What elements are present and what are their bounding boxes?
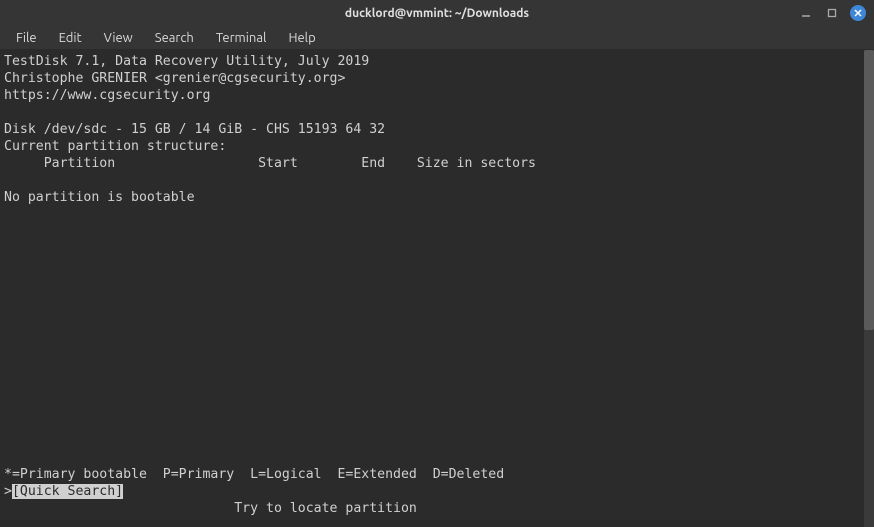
window-title: ducklord@vmmint: ~/Downloads: [345, 7, 529, 20]
window-titlebar: ducklord@vmmint: ~/Downloads: [0, 0, 874, 26]
close-button[interactable]: [850, 5, 866, 21]
app-version-line: TestDisk 7.1, Data Recovery Utility, Jul…: [4, 53, 870, 70]
blank-line: [4, 172, 870, 189]
menubar: File Edit View Search Terminal Help: [0, 26, 874, 50]
partition-type-legend: *=Primary bootable P=Primary L=Logical E…: [4, 466, 860, 483]
minimize-button[interactable]: [798, 5, 814, 21]
window-controls: [798, 0, 866, 26]
scrollbar-thumb[interactable]: [864, 50, 874, 330]
quick-search-option[interactable]: [Quick Search]: [12, 484, 123, 499]
scrollbar-track[interactable]: [864, 50, 874, 527]
menu-file[interactable]: File: [6, 29, 47, 47]
author-line: Christophe GRENIER <grenier@cgsecurity.o…: [4, 70, 870, 87]
column-headers: Partition Start End Size in sectors: [4, 155, 870, 172]
menu-edit[interactable]: Edit: [49, 29, 92, 47]
menu-view[interactable]: View: [94, 29, 143, 47]
status-message: No partition is bootable: [4, 189, 870, 206]
blank-line: [4, 104, 870, 121]
prompt-caret: >: [4, 484, 12, 499]
terminal-output[interactable]: TestDisk 7.1, Data Recovery Utility, Jul…: [0, 50, 874, 527]
menu-terminal[interactable]: Terminal: [206, 29, 277, 47]
url-line: https://www.cgsecurity.org: [4, 87, 870, 104]
footer-block: *=Primary bootable P=Primary L=Logical E…: [4, 466, 860, 517]
menu-help[interactable]: Help: [278, 29, 325, 47]
menu-search[interactable]: Search: [145, 29, 204, 47]
structure-heading: Current partition structure:: [4, 138, 870, 155]
menu-selection-line: >[Quick Search]: [4, 483, 860, 500]
disk-info-line: Disk /dev/sdc - 15 GB / 14 GiB - CHS 151…: [4, 121, 870, 138]
hint-line: Try to locate partition: [4, 500, 860, 517]
maximize-button[interactable]: [824, 5, 840, 21]
